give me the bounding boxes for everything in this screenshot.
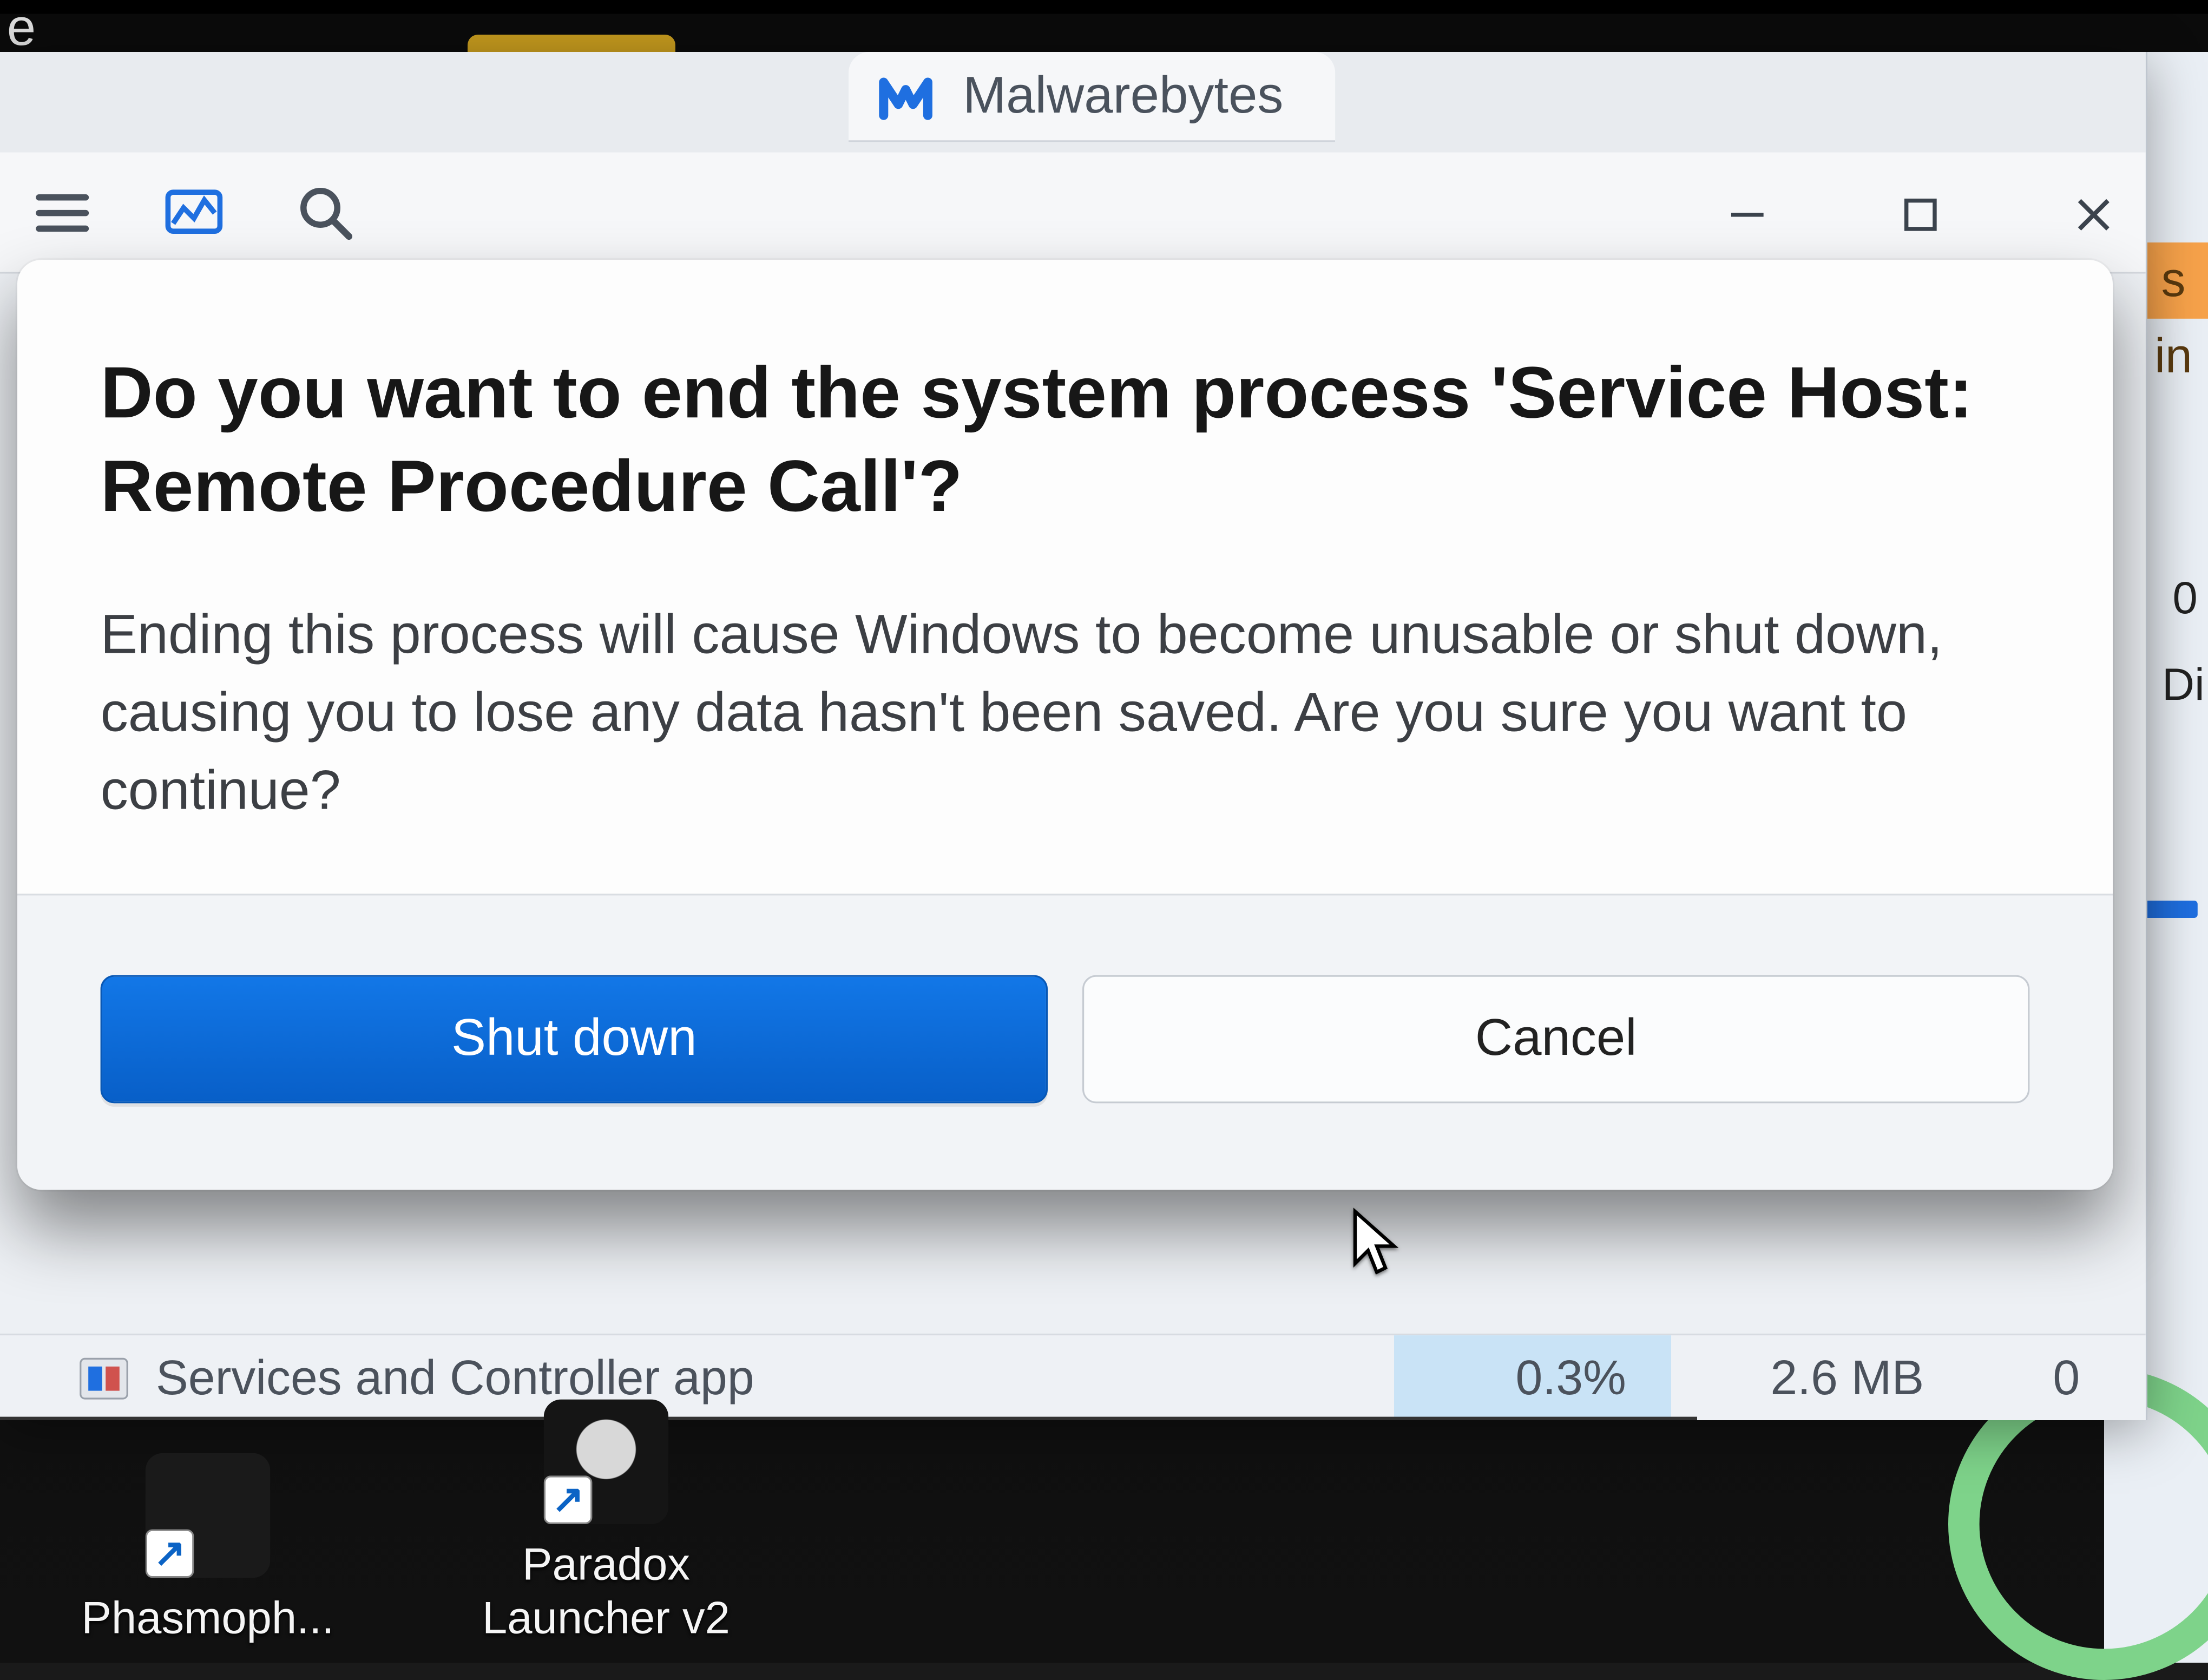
maximize-button[interactable] <box>1886 180 1955 250</box>
screen-top-bezel <box>0 0 2208 14</box>
partial-blue-bar <box>2139 901 2198 918</box>
desktop-icons-area: ↗ Phasmoph... ↗ Paradox Launcher v2 <box>69 1399 745 1645</box>
performance-icon[interactable] <box>163 174 225 251</box>
malwarebytes-logo-icon <box>876 68 935 127</box>
process-memory-cell: 2.6 MB <box>1671 1335 1966 1420</box>
hamburger-menu-button[interactable] <box>31 174 94 251</box>
shut-down-button[interactable]: Shut down <box>101 975 1048 1103</box>
search-button[interactable] <box>294 174 357 251</box>
dialog-message: Ending this process will cause Windows t… <box>101 595 2030 831</box>
window-tab-title: Malwarebytes <box>963 68 1283 127</box>
partial-orange-label: s in <box>2139 242 2208 319</box>
window-tab-strip: Malwarebytes <box>0 52 2146 153</box>
desktop-icon-label: Phasmoph... <box>69 1591 346 1645</box>
shortcut-arrow-icon: ↗ <box>544 1475 593 1524</box>
partial-text-0: 0 <box>2173 572 2198 625</box>
desktop-shortcut-phasmophobia[interactable]: ↗ Phasmoph... <box>69 1453 346 1645</box>
partial-text: e <box>7 0 36 59</box>
mouse-cursor-icon <box>1351 1205 1403 1278</box>
partial-text-di: Di <box>2162 658 2205 712</box>
process-cpu-cell: 0.3% <box>1394 1335 1671 1420</box>
shortcut-arrow-icon: ↗ <box>146 1529 194 1578</box>
end-process-dialog: Do you want to end the system process 'S… <box>17 260 2113 1190</box>
desktop-icon-label: Paradox Launcher v2 <box>468 1537 745 1645</box>
cancel-button[interactable]: Cancel <box>1082 975 2029 1103</box>
window-tab[interactable]: Malwarebytes <box>849 52 1335 142</box>
process-name: Services and Controller app <box>156 1350 754 1405</box>
dialog-button-row: Shut down Cancel <box>17 894 2113 1190</box>
minimize-button[interactable] <box>1713 180 1782 250</box>
desktop-shortcut-paradox-launcher[interactable]: ↗ Paradox Launcher v2 <box>468 1399 745 1645</box>
process-icon <box>80 1357 128 1399</box>
close-window-button[interactable] <box>2059 180 2128 250</box>
dialog-title: Do you want to end the system process 'S… <box>101 346 2030 533</box>
process-disk-cell: 0 <box>1966 1335 2121 1420</box>
window-controls <box>1713 166 2128 263</box>
dialog-body: Do you want to end the system process 'S… <box>17 260 2113 894</box>
